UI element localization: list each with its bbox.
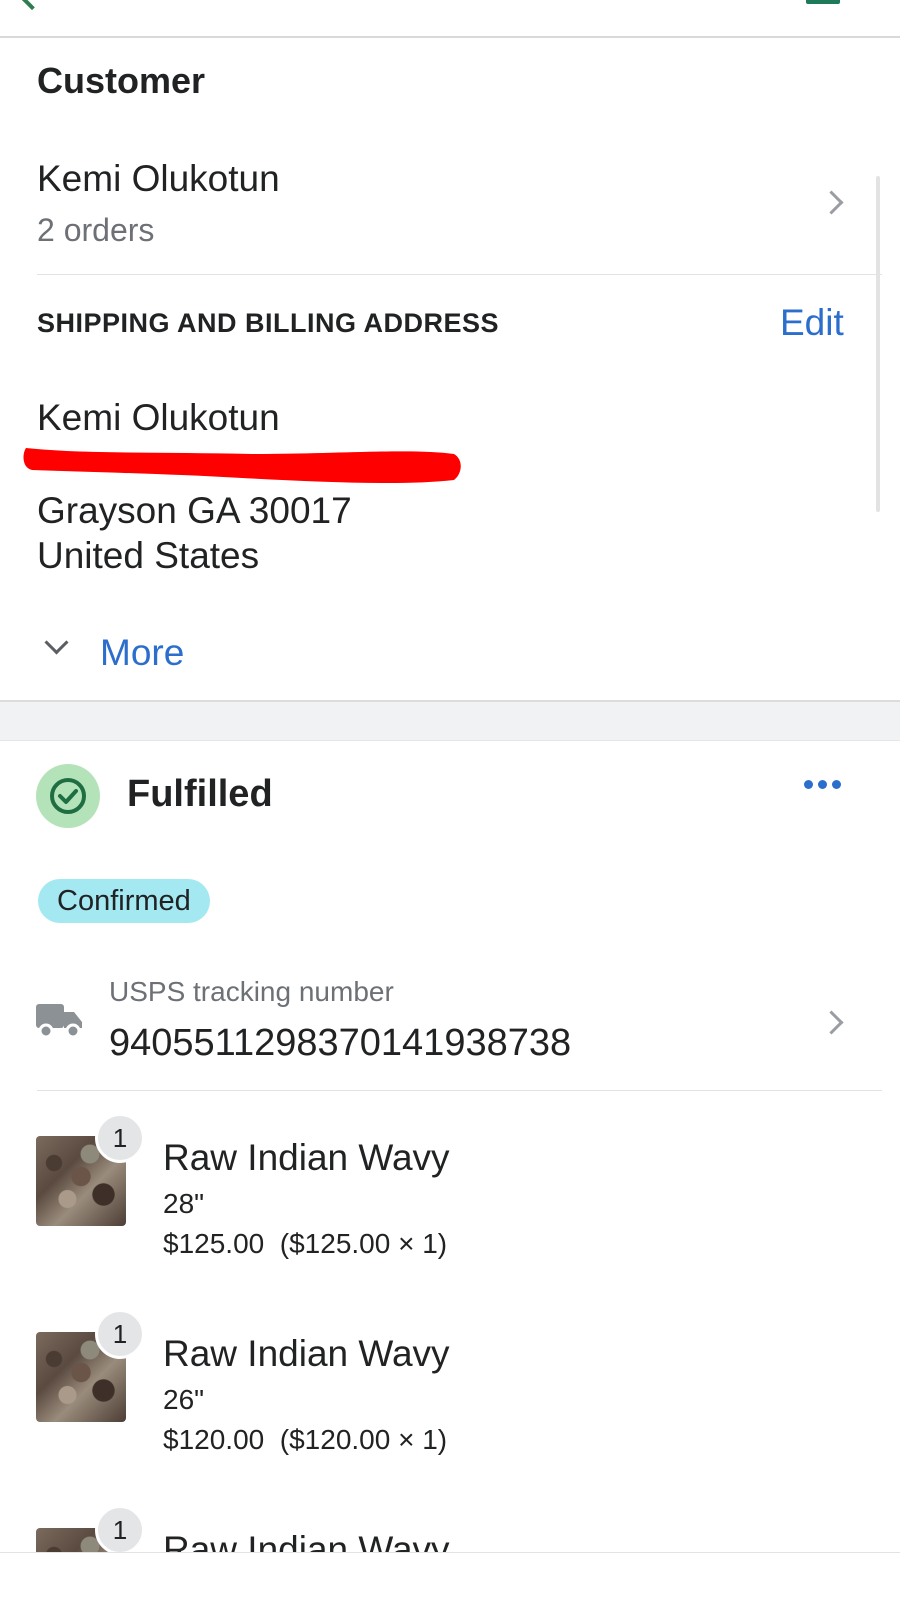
item-title: Raw Indian Wavy: [163, 1137, 450, 1178]
customer-section-title: Customer: [37, 60, 206, 101]
item-price: $125.00 ($125.00 × 1): [163, 1228, 447, 1260]
edit-address-link[interactable]: Edit: [780, 302, 844, 344]
line-item[interactable]: 1 Raw Indian Wavy 26" $120.00 ($120.00 ×…: [0, 1309, 882, 1461]
tracking-number[interactable]: 9405511298370141938738: [109, 1022, 571, 1065]
address-city-line: Grayson GA 30017: [37, 490, 352, 531]
scrollbar[interactable]: [876, 176, 880, 512]
item-variant: 26": [163, 1384, 205, 1415]
redaction-scribble: [23, 448, 461, 484]
line-item[interactable]: 1 Raw Indian Wavy 28" $125.00 ($125.00 ×…: [0, 1113, 882, 1265]
chevron-right-icon: [819, 190, 844, 215]
address-heading: SHIPPING AND BILLING ADDRESS: [37, 308, 500, 338]
quantity-badge: 1: [95, 1309, 145, 1359]
address-name: Kemi Olukotun: [37, 397, 280, 438]
top-nav-bar: [0, 0, 900, 38]
bottom-toolbar-edge: [0, 1552, 900, 1553]
item-variant: 28": [163, 1188, 205, 1219]
fulfilled-status-icon: [36, 764, 100, 828]
more-link[interactable]: More: [100, 632, 184, 674]
item-title: Raw Indian Wavy: [163, 1333, 450, 1374]
line-item[interactable]: 1 Raw Indian Wavy: [0, 1507, 882, 1552]
divider: [37, 274, 882, 275]
top-action-icon[interactable]: [806, 0, 840, 4]
item-unit-price: $120.00: [163, 1424, 265, 1455]
customer-order-count: 2 orders: [37, 212, 155, 248]
status-badge: Confirmed: [38, 879, 210, 923]
item-title: Raw Indian Wavy: [163, 1529, 450, 1552]
fulfillment-title: Fulfilled: [127, 773, 273, 815]
address-country: United States: [37, 535, 260, 576]
more-options-icon[interactable]: [804, 779, 844, 793]
customer-name: Kemi Olukotun: [37, 158, 280, 199]
chevron-right-icon: [819, 1010, 844, 1035]
item-price-detail: ($125.00 × 1): [279, 1228, 448, 1259]
item-unit-price: $125.00: [163, 1228, 265, 1259]
back-chevron-icon[interactable]: [17, 0, 47, 11]
customer-row[interactable]: Kemi Olukotun 2 orders: [0, 150, 882, 260]
check-circle-icon: [50, 778, 86, 814]
quantity-badge: 1: [95, 1507, 145, 1552]
truck-icon: [36, 1004, 82, 1039]
section-separator: [0, 700, 900, 741]
quantity-badge: 1: [95, 1113, 145, 1163]
divider: [37, 1090, 882, 1091]
item-price-detail: ($120.00 × 1): [279, 1424, 448, 1455]
tracking-label: USPS tracking number: [109, 976, 394, 1007]
item-price: $120.00 ($120.00 × 1): [163, 1424, 447, 1456]
